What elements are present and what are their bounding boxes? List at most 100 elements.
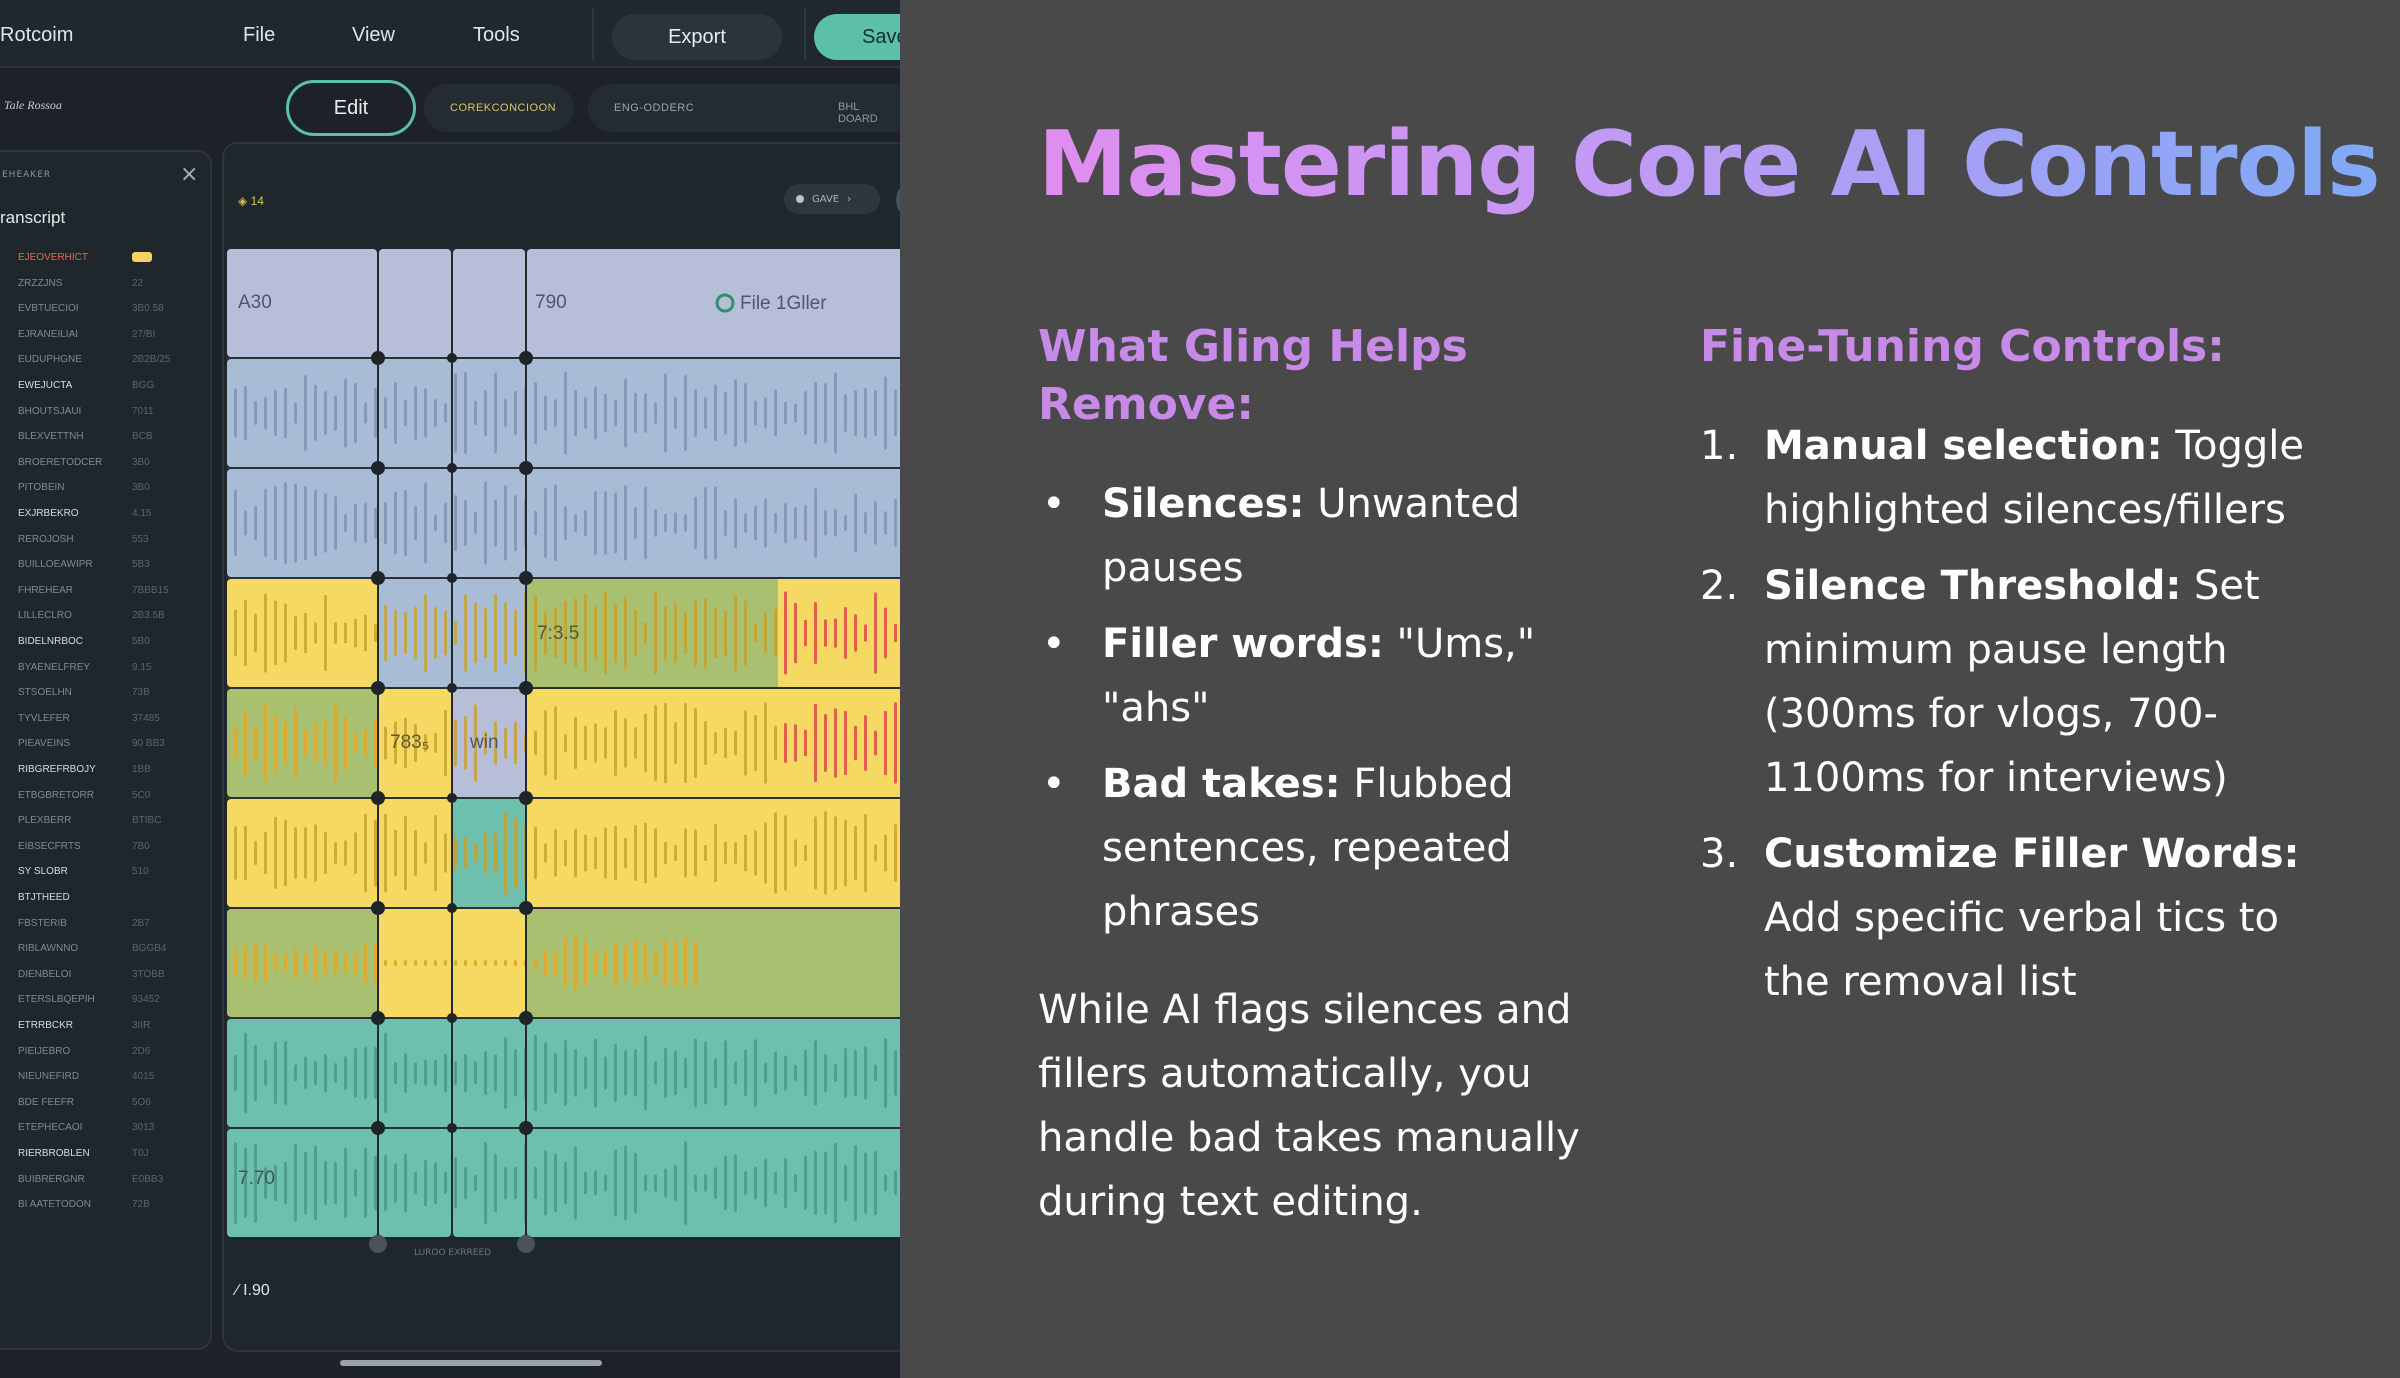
transcript-row[interactable]: ETERSLBQEPIH 93452 — [18, 990, 198, 1010]
transcript-row[interactable]: EIBSECFRTS 7B0 — [18, 837, 198, 857]
grid-node[interactable] — [447, 793, 457, 803]
clip-cell[interactable] — [453, 249, 525, 357]
transcript-row[interactable]: BROERETODCER 3B0 — [18, 453, 198, 473]
grid-node[interactable] — [447, 903, 457, 913]
transcript-row[interactable]: BIDELNRBOC 5B0 — [18, 632, 198, 652]
transcript-row[interactable]: RIBGREFRBOJY 1BB — [18, 760, 198, 780]
waveform-bar — [654, 1061, 657, 1085]
transcript-row[interactable]: ETRRBCKR 3IIR — [18, 1016, 198, 1036]
grid-node[interactable] — [447, 1123, 457, 1133]
save-button[interactable]: Save — [814, 14, 900, 60]
transcript-row[interactable]: NIEUNEFIRD 4015 — [18, 1067, 198, 1087]
transcript-row[interactable]: BLEXVETTNH BCB — [18, 427, 198, 447]
transcript-row[interactable]: ZRZZJNS 22 — [18, 274, 198, 294]
waveform-bar — [324, 831, 327, 875]
transcript-row[interactable]: BI AATETODON 72B — [18, 1195, 198, 1215]
waveform-bar — [854, 614, 857, 652]
transcript-row[interactable]: PIEIJEBRO 2D6 — [18, 1042, 198, 1062]
transcript-row[interactable]: EJEOVERHICT — [18, 248, 198, 268]
transcript-row[interactable]: EXJRBEKRO 4.15 — [18, 504, 198, 524]
waveform-bar — [454, 1061, 457, 1085]
transcript-row[interactable]: PLEXBERR BTIBC — [18, 811, 198, 831]
grid-node[interactable] — [519, 901, 533, 915]
transcript-row[interactable]: SY SLOBR 510 — [18, 862, 198, 882]
transcript-row[interactable]: RIBLAWNNO BGGB4 — [18, 939, 198, 959]
grid-node[interactable] — [371, 901, 385, 915]
transcript-row[interactable]: BDE FEEFR 5O6 — [18, 1093, 198, 1113]
bullet-term: Filler words: — [1102, 621, 1384, 667]
waveform-bar — [484, 833, 487, 873]
transcript-row[interactable]: BUILLOEAWIPR 5B3 — [18, 555, 198, 575]
export-button[interactable]: Export — [612, 14, 782, 60]
clip-cell[interactable] — [527, 249, 900, 357]
transcript-row[interactable]: BTJTHEED — [18, 888, 198, 908]
transcript-row[interactable]: BUIBRERGNR E0BB3 — [18, 1170, 198, 1190]
transcript-row[interactable]: FBSTERIB 2B7 — [18, 914, 198, 934]
grid-node[interactable] — [371, 571, 385, 585]
waveform-bar — [384, 604, 387, 662]
grid-node[interactable] — [447, 1013, 457, 1023]
waveform-bar — [534, 1034, 537, 1112]
grid-node[interactable] — [371, 1011, 385, 1025]
transcript-row[interactable]: EWEJUCTA BGG — [18, 376, 198, 396]
grid-node[interactable] — [519, 1011, 533, 1025]
grid-node[interactable] — [519, 1121, 533, 1135]
grid-node[interactable] — [371, 1121, 385, 1135]
grid-node[interactable] — [519, 791, 533, 805]
menu-file[interactable]: File — [243, 24, 275, 47]
transcript-row-name: BHOUTSJAUI — [18, 405, 82, 417]
waveform-bar — [864, 512, 867, 534]
grid-node[interactable] — [371, 791, 385, 805]
waveform-bar — [794, 724, 797, 762]
grid-node[interactable] — [371, 351, 385, 365]
toolbar-tab-1[interactable]: COREKCONCIOON — [424, 84, 574, 132]
waveform-bar — [334, 1063, 337, 1083]
scrub-handle[interactable] — [369, 1235, 387, 1253]
waveform-grid[interactable]: A30 790 File 1Gller 7:3.5 783₅ win 7.70 — [226, 248, 900, 1258]
waveform-bar — [404, 815, 407, 891]
clip-cell[interactable] — [527, 909, 900, 1017]
grid-node[interactable] — [447, 683, 457, 693]
waveform-bar — [554, 950, 557, 976]
grid-node[interactable] — [519, 681, 533, 695]
transcript-row[interactable]: PIEAVEINS 90 BB3 — [18, 734, 198, 754]
waveform-bar — [684, 938, 687, 988]
transcript-row[interactable]: STSOELHN 73B — [18, 683, 198, 703]
close-icon[interactable]: × — [180, 162, 198, 187]
grid-node[interactable] — [371, 461, 385, 475]
edit-tab-button[interactable]: Edit — [286, 80, 416, 136]
transcript-row[interactable]: TYVLEFER 37485 — [18, 709, 198, 729]
grid-node[interactable] — [371, 681, 385, 695]
grid-node[interactable] — [447, 353, 457, 363]
menu-tools[interactable]: Tools — [473, 24, 520, 47]
grid-node[interactable] — [447, 463, 457, 473]
grid-node[interactable] — [519, 461, 533, 475]
grid-node[interactable] — [519, 571, 533, 585]
transcript-row[interactable]: LILLECLRO 2B3.5B — [18, 606, 198, 626]
transcript-row[interactable]: DIENBELOI 3TOBB — [18, 965, 198, 985]
waveform-bar — [694, 599, 697, 667]
gave-toggle[interactable]: GAVE › — [784, 184, 880, 214]
transcript-row[interactable]: EUDUPHGNE 2B2B/25 — [18, 350, 198, 370]
filler-highlight[interactable] — [726, 799, 900, 857]
transcript-row[interactable]: ETEPHECAOI 3013 — [18, 1118, 198, 1138]
transcript-row[interactable]: EJRANEILIAI 27/BI — [18, 325, 198, 345]
grid-node[interactable] — [519, 351, 533, 365]
transcript-row[interactable]: BYAENELFREY 9.15 — [18, 658, 198, 678]
grid-node[interactable] — [447, 573, 457, 583]
horizontal-scrollbar[interactable] — [340, 1360, 602, 1366]
waveform-bar — [674, 396, 677, 430]
waveform-bar — [254, 401, 257, 425]
clip-cell[interactable] — [379, 249, 451, 357]
transcript-row[interactable]: EVBTUECIOI 3B0.58 — [18, 299, 198, 319]
transcript-row[interactable]: PITOBEIN 3B0 — [18, 478, 198, 498]
scrub-handle[interactable] — [517, 1235, 535, 1253]
transcript-row[interactable]: ETBGBRETORR 5C0 — [18, 786, 198, 806]
transcript-row[interactable]: FHREHEAR 7BBB15 — [18, 581, 198, 601]
transcript-row[interactable]: RIERBROBLEN T0J — [18, 1144, 198, 1164]
toolbar-tab-3[interactable]: BHL DOARD — [838, 101, 900, 125]
menu-view[interactable]: View — [352, 24, 395, 47]
transcript-row[interactable]: BHOUTSJAUI 7011 — [18, 402, 198, 422]
waveform-bar — [844, 607, 847, 659]
transcript-row[interactable]: REROJOSH 553 — [18, 530, 198, 550]
